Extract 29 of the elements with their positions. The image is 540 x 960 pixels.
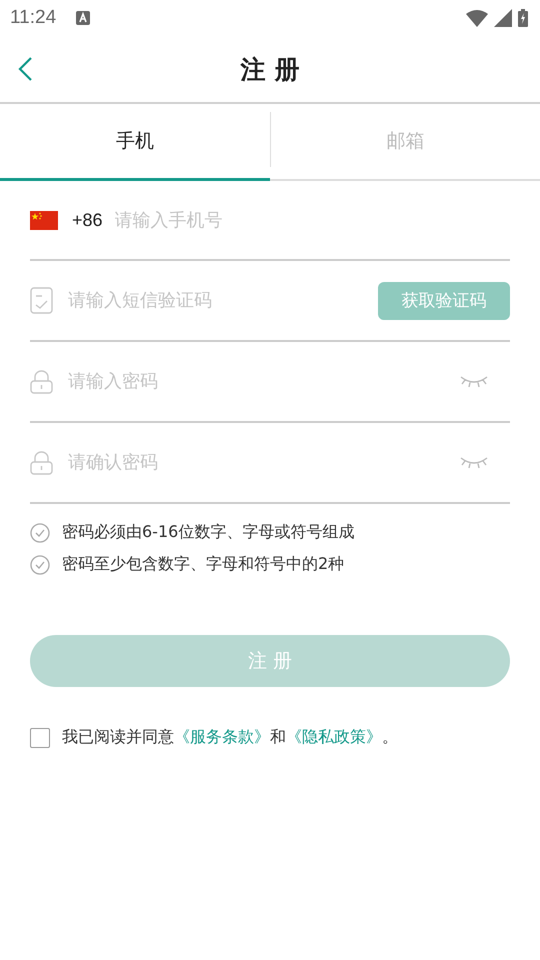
password-input[interactable]: 请输入密码 bbox=[68, 366, 448, 396]
password-rule: 密码必须由6-16位数字、字母或符号组成 bbox=[62, 522, 354, 543]
back-icon[interactable] bbox=[17, 56, 33, 82]
country-code[interactable]: +86 bbox=[72, 210, 103, 230]
password-input[interactable]: 请确认密码 bbox=[68, 448, 448, 478]
signal-icon bbox=[494, 9, 512, 27]
eye-closed-icon[interactable] bbox=[460, 374, 488, 388]
phone-input[interactable]: 请输入手机号 bbox=[114, 205, 510, 235]
battery-icon bbox=[518, 9, 528, 27]
tab[interactable]: 手机 bbox=[0, 104, 270, 181]
eye-closed-icon[interactable] bbox=[460, 456, 488, 470]
page-title: 注 册 bbox=[240, 54, 300, 86]
lock-icon bbox=[30, 370, 53, 394]
notification-icon bbox=[76, 11, 90, 25]
terms-link[interactable]: 《服务条款》 bbox=[174, 727, 270, 746]
agreement-checkbox[interactable] bbox=[30, 728, 50, 748]
password-rule: 密码至少包含数字、字母和符号中的2种 bbox=[62, 554, 344, 575]
check-circle-icon bbox=[30, 554, 50, 574]
code-input[interactable]: 请输入短信验证码 bbox=[68, 286, 366, 316]
flag-icon bbox=[30, 210, 58, 230]
status-time: 11:24 bbox=[10, 7, 56, 29]
check-circle-icon bbox=[30, 522, 50, 542]
get-code-button[interactable]: 获取验证码 bbox=[378, 282, 510, 320]
agreement-text: 我已阅读并同意《服务条款》和《隐私政策》。 bbox=[62, 727, 398, 748]
privacy-link[interactable]: 《隐私政策》 bbox=[286, 727, 382, 746]
lock-icon bbox=[30, 450, 53, 474]
wifi-icon bbox=[466, 9, 488, 27]
message-check-icon bbox=[30, 287, 53, 314]
tab[interactable]: 邮箱 bbox=[270, 104, 540, 181]
